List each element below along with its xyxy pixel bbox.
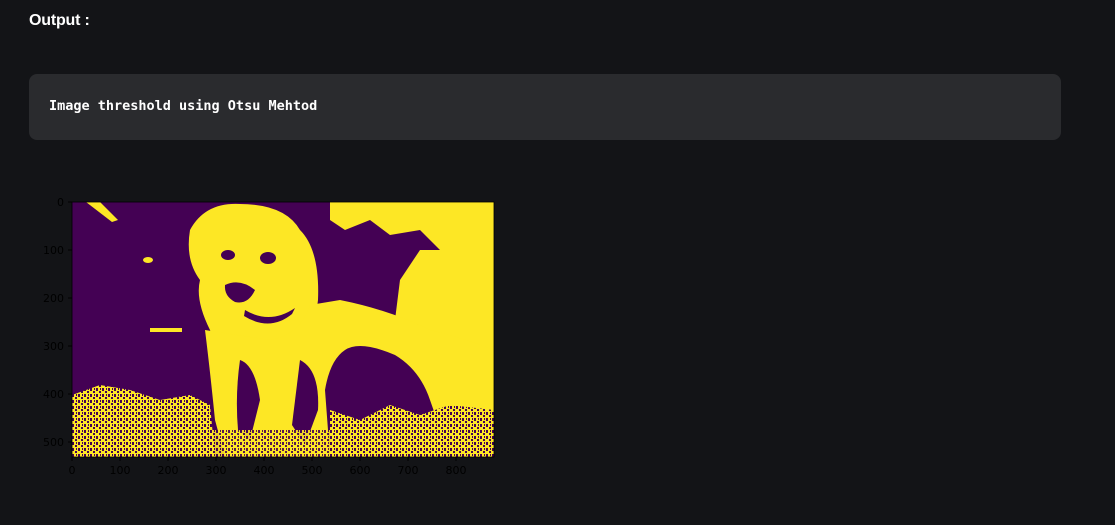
threshold-image xyxy=(72,202,494,457)
x-tick-label: 400 xyxy=(254,464,275,477)
y-tick-label: 200 xyxy=(43,292,64,305)
y-tick-label: 300 xyxy=(43,340,64,353)
plot-svg: 0 100 200 300 400 500 0 100 200 300 400 … xyxy=(43,196,495,477)
x-tick-label: 800 xyxy=(446,464,467,477)
threshold-image-plot: 0 100 200 300 400 500 0 100 200 300 400 … xyxy=(0,190,520,490)
y-tick-label: 0 xyxy=(57,196,64,209)
y-axis: 0 100 200 300 400 500 xyxy=(43,196,72,449)
x-tick-label: 200 xyxy=(158,464,179,477)
code-output-block: Image threshold using Otsu Mehtod xyxy=(29,74,1061,140)
x-tick-label: 600 xyxy=(350,464,371,477)
x-tick-label: 100 xyxy=(110,464,131,477)
code-output-text: Image threshold using Otsu Mehtod xyxy=(49,98,318,114)
x-axis: 0 100 200 300 400 500 600 700 800 xyxy=(69,457,467,477)
y-tick-label: 500 xyxy=(43,436,64,449)
x-tick-label: 700 xyxy=(398,464,419,477)
y-tick-label: 400 xyxy=(43,388,64,401)
x-tick-label: 0 xyxy=(69,464,76,477)
output-heading: Output : xyxy=(29,12,90,29)
x-tick-label: 500 xyxy=(302,464,323,477)
x-tick-label: 300 xyxy=(206,464,227,477)
y-tick-label: 100 xyxy=(43,244,64,257)
